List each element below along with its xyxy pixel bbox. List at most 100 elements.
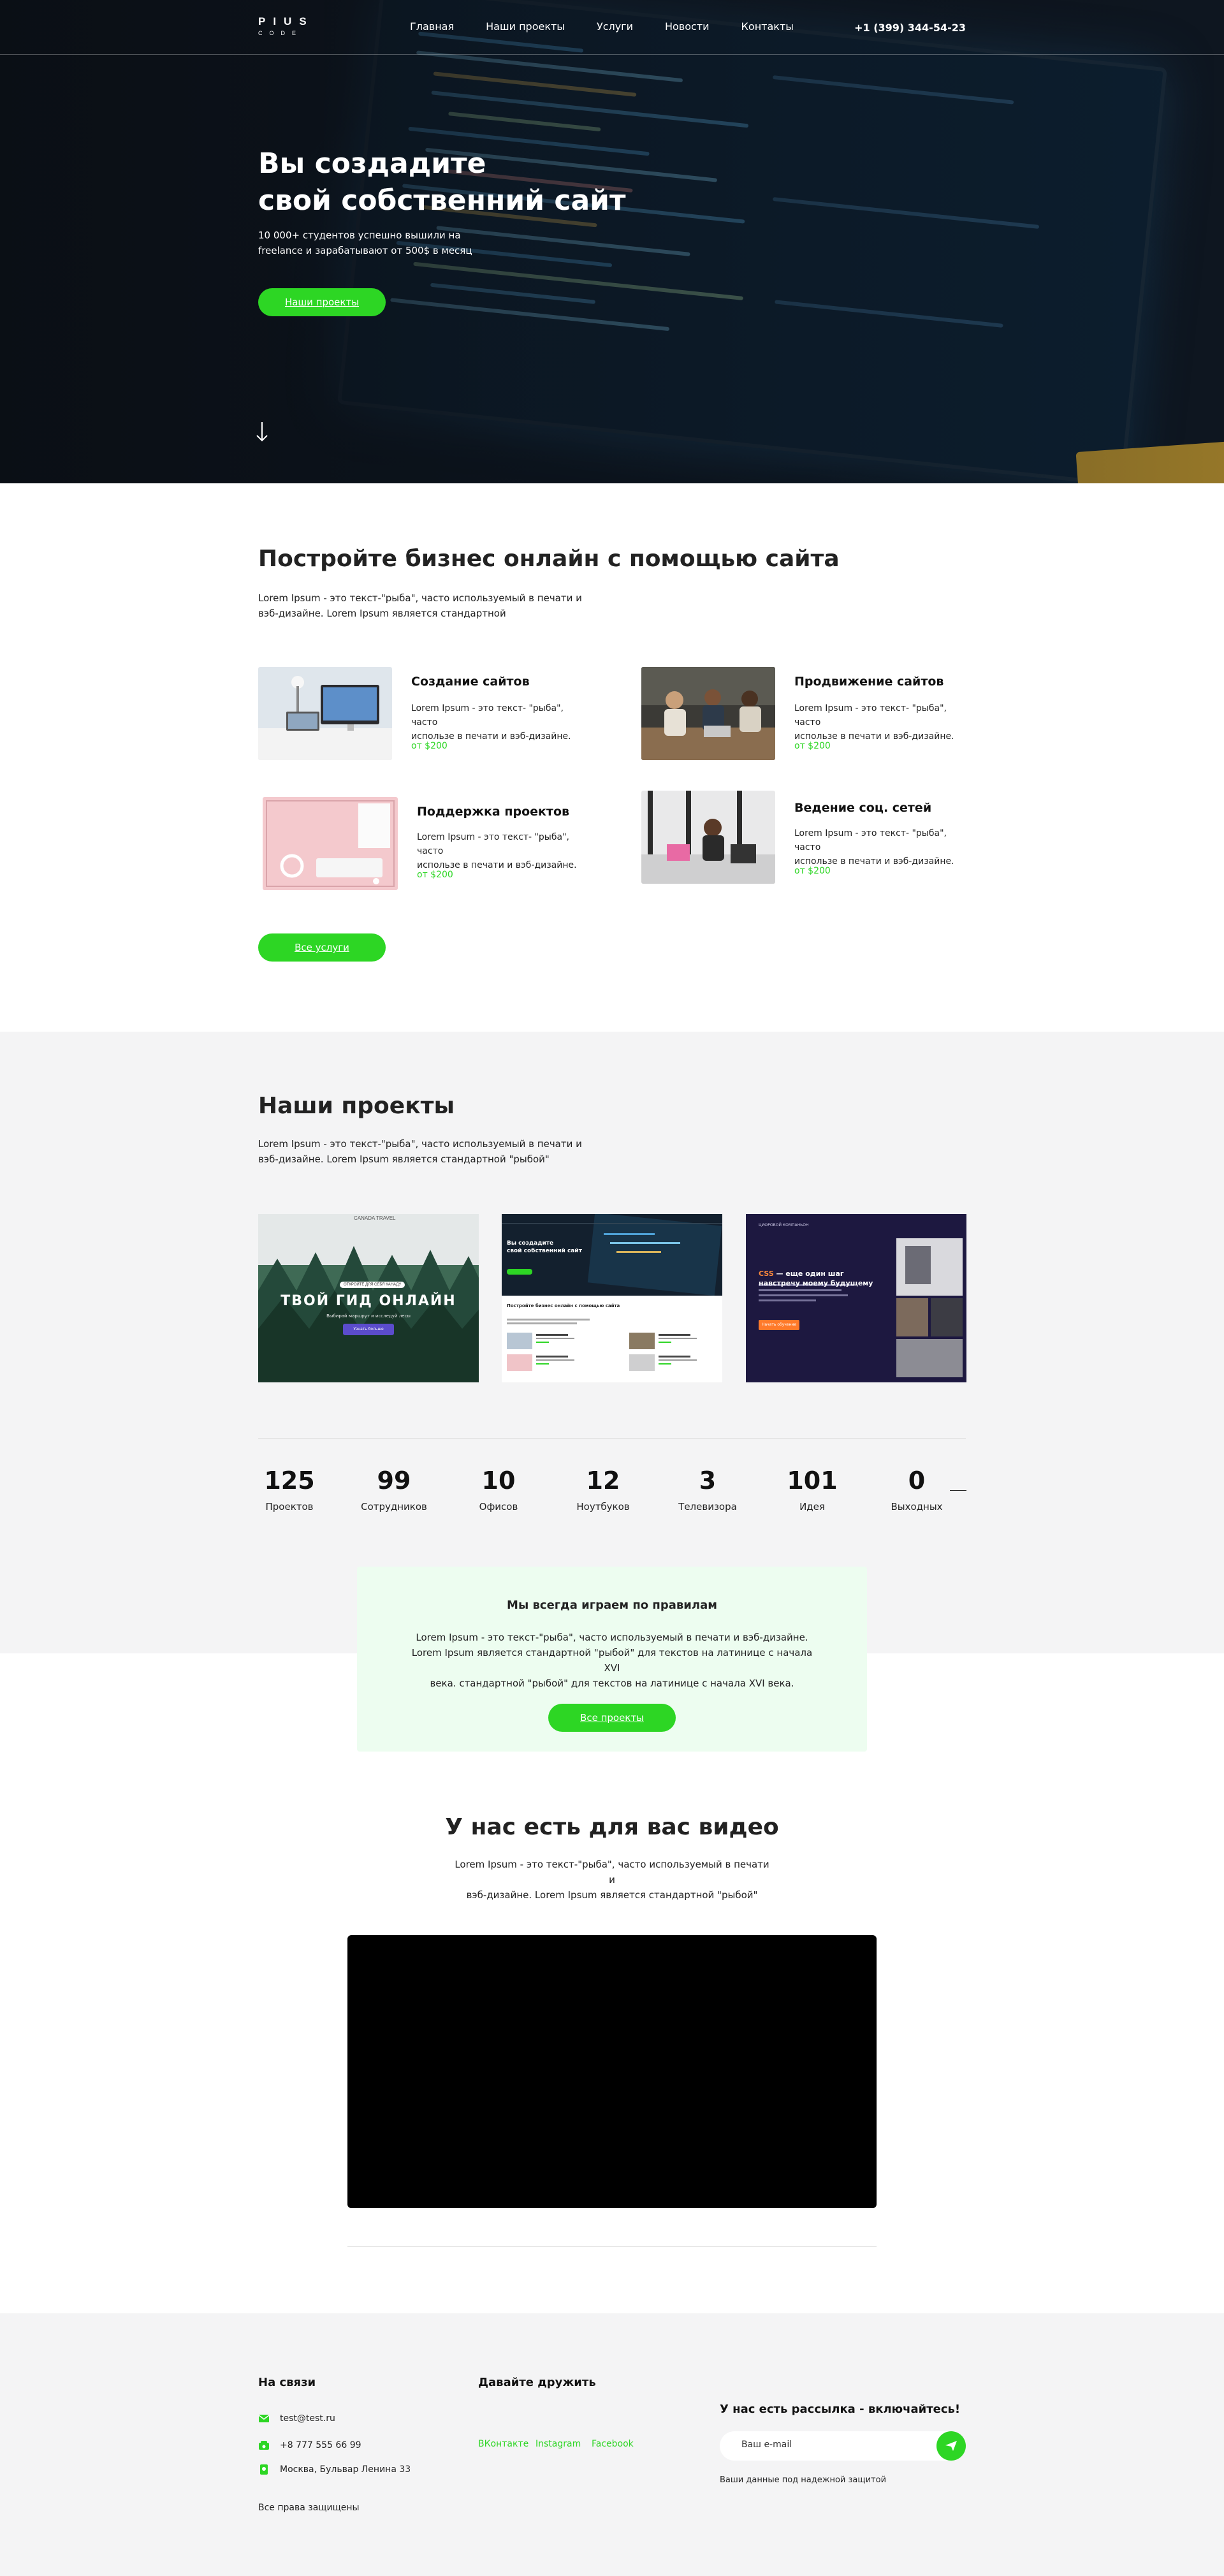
video-player[interactable] (347, 1935, 877, 2208)
footer-address: Москва, Бульвар Ленина 33 (280, 2464, 411, 2475)
all-services-button[interactable]: Все услуги (258, 933, 386, 962)
service-title: Продвижение сайтов (794, 675, 944, 689)
send-icon[interactable] (936, 2431, 966, 2461)
stat-label: Телевизора (678, 1501, 737, 1512)
hero-subtitle: 10 000+ студентов успешно вышили на free… (258, 228, 488, 258)
rules-description-line-3: века. стандартной "рыбой" для текстов на… (430, 1678, 794, 1689)
service-title: Ведение соц. сетей (794, 801, 932, 815)
services-lead-line-1: Lorem Ipsum - это текст-"рыба", часто ис… (258, 592, 582, 604)
stat-value: 10 (481, 1467, 516, 1495)
stat-label: Проектов (265, 1501, 314, 1512)
project-headline: ТВОЙ ГИД ОНЛАЙН (280, 1293, 456, 1309)
video-lead: Lorem Ipsum - это текст-"рыба", часто ис… (453, 1857, 771, 1903)
location-icon (258, 2464, 270, 2475)
stat-ideas: 101 Идея (768, 1467, 857, 1512)
hero-overlay (0, 0, 1224, 483)
stat-label: Выходных (891, 1501, 943, 1512)
phone-icon (258, 2440, 270, 2451)
stat-label: Офисов (479, 1501, 518, 1512)
service-description: Lorem Ipsum - это текст- "рыба", часто и… (794, 701, 966, 743)
top-navbar: PIUS CODE Главная Наши проекты Услуги Но… (0, 0, 1224, 55)
stat-value: 12 (586, 1467, 620, 1495)
service-image-web-creation (258, 667, 392, 760)
service-title: Создание сайтов (411, 675, 530, 689)
footer-privacy-note: Ваши данные под надежной защитой (720, 2475, 887, 2485)
stat-projects: 125 Проектов (245, 1467, 334, 1512)
stat-label: Сотрудников (361, 1501, 427, 1512)
video-lead-line-1: Lorem Ipsum - это текст-"рыба", часто ис… (455, 1859, 769, 1885)
nav-link-services[interactable]: Услуги (597, 20, 633, 33)
stat-employees: 99 Сотрудников (349, 1467, 439, 1512)
nav-link-contacts[interactable]: Контакты (741, 20, 794, 33)
service-image-promotion (641, 667, 775, 760)
service-price: от $200 (794, 741, 831, 751)
stat-laptops: 12 Ноутбуков (558, 1467, 648, 1512)
projects-lead-line-1: Lorem Ipsum - это текст-"рыба", часто ис… (258, 1138, 582, 1150)
video-divider (347, 2246, 877, 2247)
nav-link-home[interactable]: Главная (410, 20, 454, 33)
project-card-canada-travel[interactable]: CANADA TRAVEL ОТКРОЙТЕ ДЛЯ СЕБЯ КАНАДУ Т… (258, 1214, 479, 1382)
project-card-button: Начать обучение (759, 1320, 799, 1330)
logo-text-bottom: CODE (258, 30, 303, 36)
service-description-line-2: использе в печати и вэб-дизайне. (794, 856, 954, 867)
project-headline-line-2: навстречу моему будущему (759, 1279, 873, 1287)
main-nav: Главная Наши проекты Услуги Новости Конт… (410, 20, 826, 33)
service-description: Lorem Ipsum - это текст- "рыба", часто и… (411, 701, 583, 743)
services-lead-line-2: вэб-дизайне. Lorem Ipsum является станда… (258, 608, 506, 619)
projects-lead: Lorem Ipsum - это текст-"рыба", часто ис… (258, 1136, 590, 1167)
stats-dash (950, 1490, 966, 1491)
footer-phone[interactable]: +8 777 555 66 99 (280, 2440, 361, 2450)
header-phone[interactable]: +1 (399) 344-54-23 (854, 22, 966, 34)
projects-lead-line-2: вэб-дизайне. Lorem Ipsum является станда… (258, 1153, 550, 1165)
service-description-line-1: Lorem Ipsum - это текст- "рыба", часто (411, 703, 564, 728)
newsletter-email-input[interactable] (741, 2440, 920, 2450)
stat-value: 3 (699, 1467, 717, 1495)
social-link-facebook[interactable]: Facebook (592, 2439, 634, 2449)
service-price: от $200 (417, 870, 453, 880)
project-brand: CANADA TRAVEL (354, 1215, 396, 1221)
rules-title: Мы всегда играем по правилам (507, 1599, 717, 1612)
service-description: Lorem Ipsum - это текст- "рыба", часто и… (417, 830, 589, 872)
hero-title-line-2: свой собственний сайт (258, 184, 626, 217)
footer-email-row: test@test.ru (258, 2413, 335, 2424)
service-price: от $200 (411, 741, 448, 751)
project-headline-accent: CSS (759, 1270, 774, 1278)
stat-value: 101 (787, 1467, 838, 1495)
service-description-line-1: Lorem Ipsum - это текст- "рыба", часто (794, 703, 947, 728)
hero-subtitle-line-2: freelance и зарабатывают от 500$ в месяц (258, 245, 472, 256)
project-card-pius-code[interactable]: Вы создадите свой собственний сайт Постр… (502, 1214, 722, 1382)
social-link-vk[interactable]: ВКонтакте (478, 2439, 528, 2449)
nav-link-projects[interactable]: Наши проекты (486, 20, 565, 33)
service-description-line-2: использе в печати и вэб-дизайне. (411, 731, 571, 742)
service-description-line-2: использе в печати и вэб-дизайне. (417, 860, 577, 870)
rules-card: Мы всегда играем по правилам Lorem Ipsum… (357, 1567, 867, 1752)
project-thumb-section-title: Постройте бизнес онлайн с помощью сайта (507, 1303, 620, 1308)
hero-section: PIUS CODE Главная Наши проекты Услуги Но… (0, 0, 1224, 483)
landing-page: PIUS CODE Главная Наши проекты Услуги Но… (0, 0, 1224, 2576)
service-description: Lorem Ipsum - это текст- "рыба", часто и… (794, 826, 966, 868)
logo[interactable]: PIUS CODE (258, 15, 314, 36)
all-projects-button[interactable]: Все проекты (548, 1704, 676, 1732)
newsletter-form (720, 2431, 966, 2461)
project-hero-thumb: Вы создадите свой собственний сайт (502, 1214, 722, 1296)
stat-tvs: 3 Телевизора (663, 1467, 752, 1512)
hero-title: Вы создадите свой собственний сайт (258, 145, 704, 219)
rules-description-line-2: Lorem Ipsum является стандартной "рыбой"… (411, 1647, 813, 1674)
project-card-digital-companion[interactable]: ЦИФРОВОЙ КОМПАНЬОН CSS — еще один шаг на… (746, 1214, 966, 1382)
hero-title-line-1: Вы создадите (258, 147, 486, 180)
social-link-instagram[interactable]: Instagram (536, 2439, 581, 2449)
mail-icon (258, 2413, 270, 2424)
project-thumb-title: Вы создадите свой собственний сайт (507, 1240, 582, 1255)
service-description-line-1: Lorem Ipsum - это текст- "рыба", часто (794, 828, 947, 853)
project-card-button: Узнать больше (343, 1324, 394, 1335)
nav-link-news[interactable]: Новости (665, 20, 710, 33)
project-subtitle: Выбирай маршрут и исследуй лесы (326, 1314, 411, 1319)
our-projects-button[interactable]: Наши проекты (258, 288, 386, 316)
arrow-down-icon[interactable] (255, 421, 269, 448)
logo-text-top: PIUS (258, 15, 314, 27)
service-description-line-2: использе в печати и вэб-дизайне. (794, 731, 954, 742)
service-description-line-1: Lorem Ipsum - это текст- "рыба", часто (417, 832, 569, 856)
footer-email[interactable]: test@test.ru (280, 2413, 335, 2424)
stat-label: Ноутбуков (576, 1501, 630, 1512)
footer-phone-row: +8 777 555 66 99 (258, 2440, 361, 2451)
